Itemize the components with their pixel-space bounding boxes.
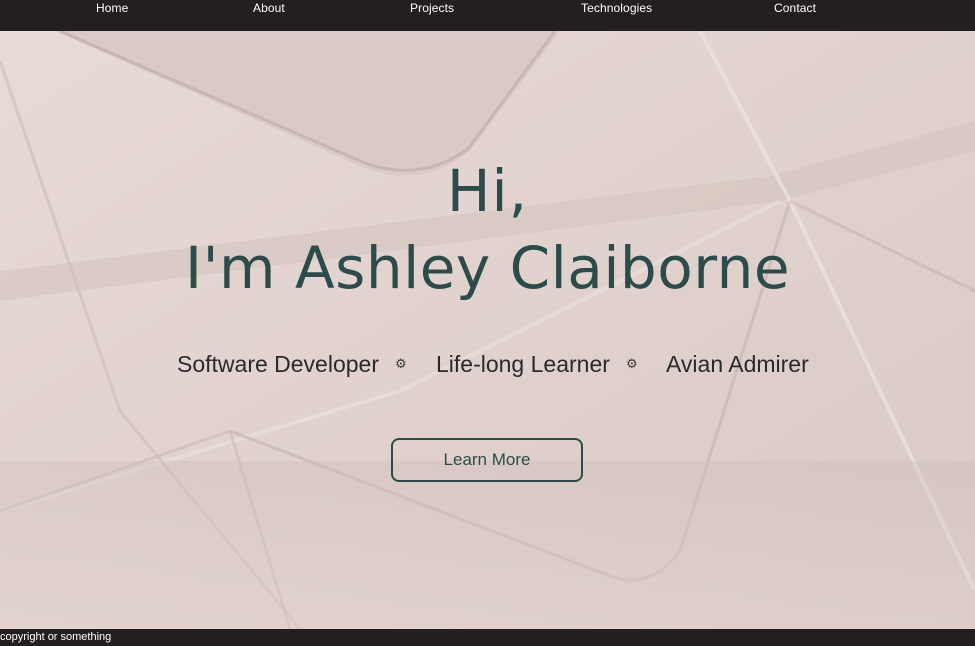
- nav-contact[interactable]: Contact: [774, 1, 816, 15]
- envelope-background-image: [0, 31, 975, 629]
- nav-home[interactable]: Home: [96, 1, 128, 15]
- hero-name: I'm Ashley Claiborne: [184, 234, 791, 302]
- nav-technologies[interactable]: Technologies: [581, 1, 652, 15]
- hero-greeting: Hi,: [446, 157, 529, 225]
- nav-about[interactable]: About: [253, 1, 285, 15]
- tagline-life-long-learner: Life-long Learner: [436, 351, 610, 377]
- top-nav: Home About Projects Technologies Contact: [0, 0, 975, 31]
- gear-icon: ⚙: [626, 357, 638, 372]
- nav-projects[interactable]: Projects: [410, 1, 454, 15]
- footer: copyright or something: [0, 629, 975, 646]
- tagline-software-developer: Software Developer: [177, 351, 379, 377]
- learn-more-button[interactable]: Learn More: [391, 438, 583, 482]
- tagline-avian-admirer: Avian Admirer: [666, 351, 809, 377]
- copyright-text: copyright or something: [0, 631, 112, 643]
- hero-section: Hi, I'm Ashley Claiborne Software Develo…: [0, 31, 975, 629]
- gear-icon: ⚙: [395, 357, 407, 372]
